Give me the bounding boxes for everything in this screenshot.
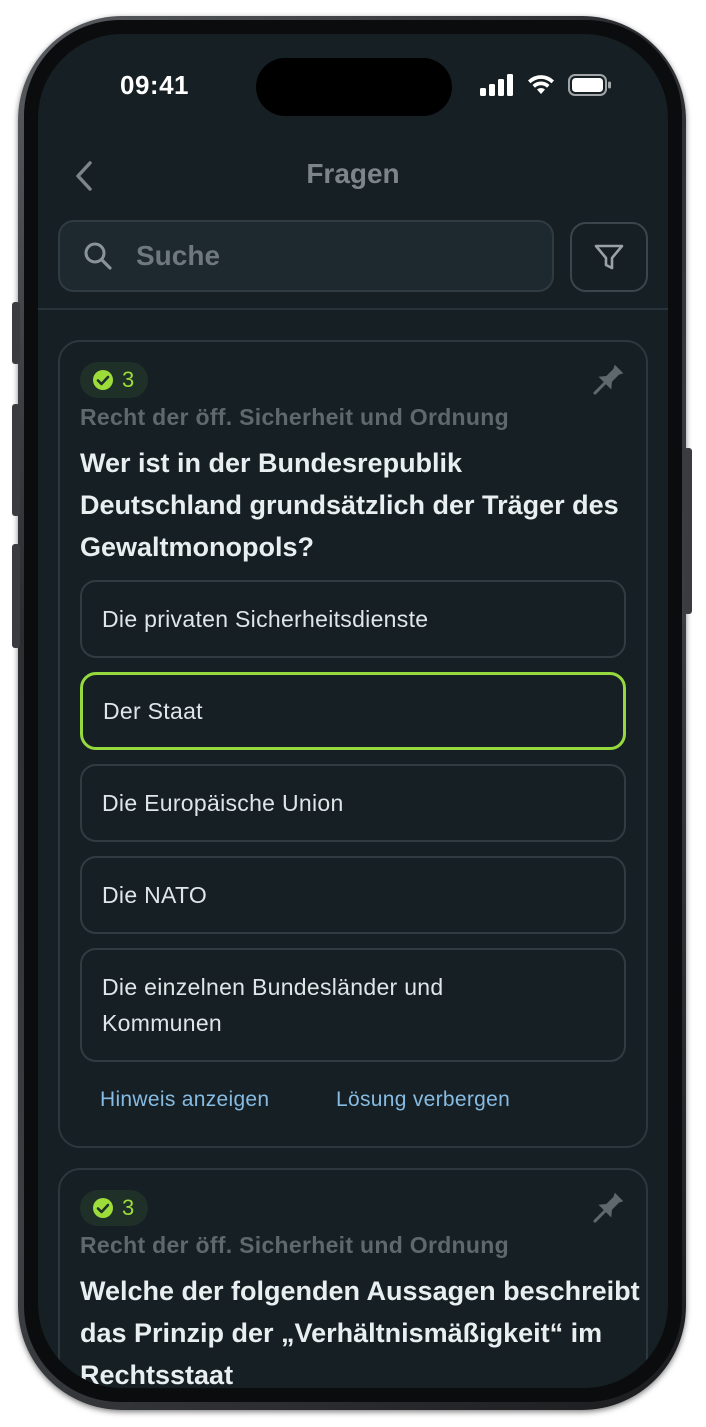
answer-option[interactable]: Die privaten Sicherheitsdienste xyxy=(80,580,626,658)
correct-count-badge: 3 xyxy=(80,1190,149,1226)
answer-label: Die NATO xyxy=(102,882,208,908)
wifi-icon xyxy=(528,75,554,94)
pin-icon[interactable] xyxy=(586,1188,628,1230)
show-hint-link[interactable]: Hinweis anzeigen xyxy=(100,1088,269,1112)
correct-count-badge: 3 xyxy=(80,362,149,398)
side-button-volume-up xyxy=(12,404,20,516)
screen: 09:41 Fragen Suche 3 Recht der öff. Sich… xyxy=(38,34,668,1388)
hide-solution-link[interactable]: Lösung verbergen xyxy=(336,1088,510,1112)
question-card: 3 Recht der öff. Sicherheit und Ordnung … xyxy=(58,340,648,1148)
answer-option[interactable]: Die NATO xyxy=(80,856,626,934)
filter-button[interactable] xyxy=(570,222,648,292)
answer-option[interactable]: Die einzelnen Bundesländer und Kommunen xyxy=(80,948,626,1062)
question-text: Wer ist in der Bundesrepublik Deutschlan… xyxy=(80,448,619,562)
status-icons xyxy=(480,74,612,96)
dynamic-island xyxy=(256,58,452,116)
check-circle-icon xyxy=(93,1198,113,1218)
search-box[interactable] xyxy=(58,220,554,292)
question-card: 3 Recht der öff. Sicherheit und Ordnung … xyxy=(58,1168,648,1388)
page-title: Fragen xyxy=(306,158,400,189)
question-text: Welche der folgenden Aussagen beschreibt… xyxy=(80,1276,640,1388)
question-category: Recht der öff. Sicherheit und Ordnung xyxy=(80,1232,509,1258)
answer-label: Die privaten Sicherheitsdienste xyxy=(102,606,429,632)
header-divider xyxy=(38,308,668,310)
side-button-action xyxy=(12,302,20,364)
answer-option-correct[interactable]: Der Staat xyxy=(80,672,626,750)
pin-icon[interactable] xyxy=(586,360,628,402)
check-circle-icon xyxy=(93,370,113,390)
side-button-volume-down xyxy=(12,544,20,648)
answer-label: Die Europäische Union xyxy=(102,790,344,816)
answer-label: Die einzelnen Bundesländer und Kommunen xyxy=(102,974,444,1036)
filter-icon xyxy=(594,244,624,270)
side-button-power xyxy=(684,448,692,614)
cellular-signal-icon xyxy=(480,74,513,96)
status-time: 09:41 xyxy=(120,70,189,100)
battery-icon xyxy=(568,74,611,96)
badge-count: 3 xyxy=(122,1195,135,1220)
question-category: Recht der öff. Sicherheit und Ordnung xyxy=(80,404,509,430)
search-input[interactable] xyxy=(134,239,498,273)
search-icon xyxy=(82,240,114,272)
badge-count: 3 xyxy=(122,367,135,392)
answer-option[interactable]: Die Europäische Union xyxy=(80,764,626,842)
answer-label: Der Staat xyxy=(103,698,203,724)
